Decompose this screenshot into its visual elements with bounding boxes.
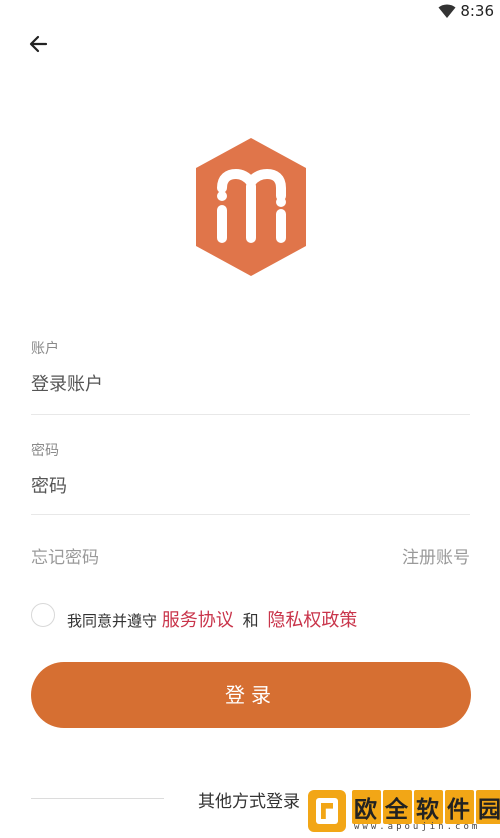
password-input[interactable] bbox=[31, 472, 470, 500]
account-input[interactable] bbox=[31, 370, 470, 398]
watermark-char: 园 bbox=[476, 790, 500, 824]
status-bar: 8:36 bbox=[0, 0, 500, 24]
agreement-row: 我同意并遵守 服务协议 和 隐私权政策 bbox=[31, 600, 470, 632]
account-field: 账户 bbox=[31, 332, 470, 415]
service-agreement-link[interactable]: 服务协议 bbox=[162, 610, 234, 631]
divider bbox=[31, 798, 164, 799]
register-link[interactable]: 注册账号 bbox=[402, 543, 470, 568]
privacy-policy-link[interactable]: 隐私权政策 bbox=[267, 610, 357, 631]
watermark-title: 欧全软件园 bbox=[352, 790, 500, 824]
watermark-logo-icon bbox=[308, 790, 346, 832]
forgot-password-link[interactable]: 忘记密码 bbox=[31, 543, 99, 568]
login-screen: 8:36 账户 密码 忘记密码 注册账号 我同意并遵守 服务协议 和 隐私权政策… bbox=[0, 0, 500, 838]
arrow-left-icon[interactable] bbox=[26, 30, 54, 58]
watermark-url: www.apoujin.com bbox=[354, 822, 481, 832]
app-logo bbox=[196, 138, 306, 276]
password-field: 密码 bbox=[31, 434, 470, 515]
other-login-label[interactable]: 其他方式登录 bbox=[198, 787, 300, 812]
agreement-prefix: 我同意并遵守 bbox=[67, 612, 158, 630]
agreement-text: 我同意并遵守 服务协议 和 隐私权政策 bbox=[67, 606, 357, 632]
account-label: 账户 bbox=[31, 341, 59, 357]
password-label: 密码 bbox=[31, 443, 59, 459]
login-button[interactable]: 登录 bbox=[31, 662, 471, 728]
wifi-icon bbox=[438, 4, 456, 18]
watermark-char: 软 bbox=[414, 790, 443, 824]
agreement-and: 和 bbox=[242, 611, 259, 630]
watermark-char: 欧 bbox=[352, 790, 381, 824]
watermark-char: 件 bbox=[445, 790, 474, 824]
watermark-char: 全 bbox=[383, 790, 412, 824]
agreement-checkbox[interactable] bbox=[31, 603, 55, 627]
status-time: 8:36 bbox=[460, 2, 494, 20]
watermark: 欧全软件园 www.apoujin.com bbox=[302, 788, 500, 838]
